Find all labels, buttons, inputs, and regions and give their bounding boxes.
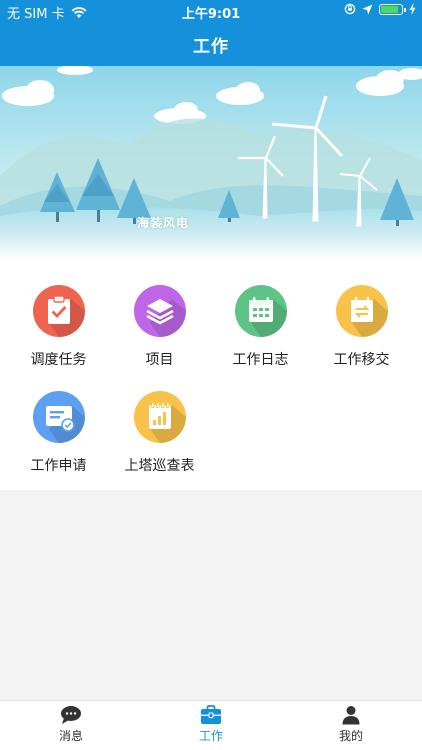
calendar-icon xyxy=(234,285,287,337)
banner-label: 海装风电 xyxy=(137,216,190,230)
layers-icon xyxy=(133,285,186,337)
tab-label: 消息 xyxy=(58,729,83,743)
grid-item-work-application[interactable]: 工作申请 xyxy=(6,391,111,475)
tab-me[interactable]: 我的 xyxy=(281,705,421,744)
charging-bolt-icon xyxy=(409,3,416,15)
bar-chart-notepad-icon xyxy=(133,391,186,443)
location-arrow-icon xyxy=(362,4,373,14)
orientation-lock-icon xyxy=(344,3,356,15)
clipboard-check-icon xyxy=(32,285,85,337)
grid-item-label: 工作申请 xyxy=(30,458,87,474)
tab-bar: 消息 工作 我的 xyxy=(0,700,422,750)
wind-farm-illustration xyxy=(0,66,422,260)
tab-work[interactable]: 工作 xyxy=(141,705,281,744)
navigation-header: 无 SIM 卡 上午9:01 工作 xyxy=(0,0,422,66)
briefcase-icon xyxy=(201,705,221,724)
page-title: 工作 xyxy=(193,37,229,57)
tab-label: 工作 xyxy=(198,729,223,743)
status-bar: 无 SIM 卡 上午9:01 xyxy=(0,0,422,22)
grid-item-dispatch-tasks[interactable]: 调度任务 xyxy=(6,285,111,369)
grid-item-label: 工作日志 xyxy=(232,352,289,368)
grid-item-work-log[interactable]: 工作日志 xyxy=(208,285,313,369)
tab-messages[interactable]: 消息 xyxy=(1,705,141,744)
grid-item-work-handover[interactable]: 工作移交 xyxy=(309,285,414,369)
transfer-icon xyxy=(335,285,388,337)
banner-image: 海装风电 xyxy=(0,66,422,260)
chat-bubble-icon xyxy=(61,706,81,724)
grid-item-label: 项目 xyxy=(145,352,174,368)
person-icon xyxy=(342,706,360,725)
tab-label: 我的 xyxy=(338,729,363,743)
grid-item-label: 上塔巡查表 xyxy=(124,458,195,474)
grid-item-label: 调度任务 xyxy=(30,352,87,368)
application-form-icon xyxy=(32,391,85,443)
grid-item-projects[interactable]: 项目 xyxy=(107,285,212,369)
grid-item-tower-inspection[interactable]: 上塔巡查表 xyxy=(107,391,212,475)
grid-item-label: 工作移交 xyxy=(333,352,390,368)
battery-icon xyxy=(379,3,406,15)
function-grid: 调度任务 项目 工作日志 工作移交 工作申请 上塔巡查表 xyxy=(0,260,422,490)
